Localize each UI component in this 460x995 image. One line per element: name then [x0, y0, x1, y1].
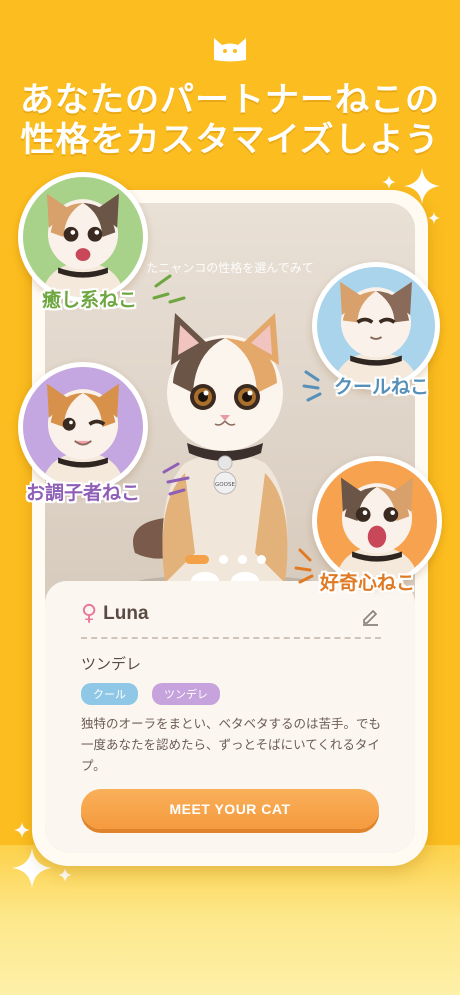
profile-card: ♀ Luna ツンデレ クール ツンデレ 独特のオーラをまとい、ベタベタするのは…: [45, 581, 415, 853]
cat-face-icon: [335, 477, 419, 581]
sparkle-icon: [58, 868, 72, 882]
accent-strokes-icon: [152, 274, 186, 304]
personality-label-playful[interactable]: お調子者ねこ: [26, 478, 140, 505]
accent-strokes-icon: [162, 462, 190, 496]
personality-type: ツンデレ: [81, 655, 142, 673]
sparkle-icon: [14, 822, 30, 838]
headline: あなたのパートナーねこの 性格をカスタマイズしよう: [0, 80, 460, 160]
divider: [81, 637, 381, 639]
female-icon: ♀: [81, 601, 98, 626]
cat-name: Luna: [103, 603, 149, 624]
collar-tag-text: GOOSE: [215, 482, 235, 488]
accent-strokes-icon: [294, 548, 314, 584]
headline-line-2: 性格をカスタマイズしよう: [20, 120, 440, 160]
tag-tsundere: ツンデレ: [152, 683, 220, 705]
tag-cool: クール: [81, 683, 138, 705]
personality-label-cool[interactable]: クールねこ: [334, 372, 429, 399]
name-row: ♀ Luna: [81, 603, 149, 625]
sparkle-icon: [428, 212, 440, 224]
personality-description: 独特のオーラをまとい、ベタベタするのは苦手。でも一度あなたを認めたら、ずっとそば…: [81, 716, 382, 773]
sparkle-icon: [382, 175, 396, 189]
carousel-dot[interactable]: [257, 555, 266, 564]
personality-label-curious[interactable]: 好奇心ねこ: [320, 568, 415, 595]
personality-label-healing[interactable]: 癒し系ねこ: [42, 285, 137, 312]
carousel-dot[interactable]: [219, 555, 228, 564]
cat-face-icon: [41, 383, 125, 487]
meet-your-cat-button[interactable]: MEET YOUR CAT: [81, 789, 379, 829]
cat-face-icon: [41, 193, 125, 297]
edit-pencil-icon[interactable]: [360, 606, 380, 626]
personality-bubble-curious[interactable]: [312, 456, 442, 586]
carousel-indicator: [185, 555, 266, 564]
personality-bubble-playful[interactable]: [18, 362, 148, 492]
carousel-dot[interactable]: [238, 555, 247, 564]
accent-strokes-icon: [302, 370, 322, 402]
cat-logo-icon: [214, 38, 246, 62]
personality-tags: クール ツンデレ: [81, 683, 220, 705]
headline-line-1: あなたのパートナーねこの: [20, 80, 440, 120]
personality-bubble-healing[interactable]: [18, 172, 148, 302]
carousel-dot[interactable]: [185, 555, 209, 564]
